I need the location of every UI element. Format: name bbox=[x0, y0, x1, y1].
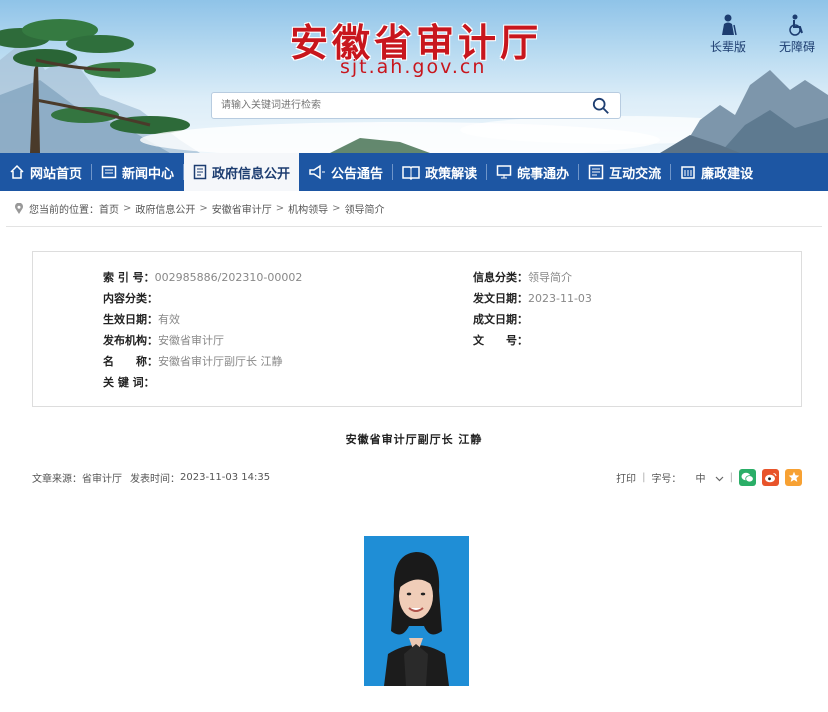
favorite-icon bbox=[788, 471, 799, 482]
article-meta-bar: 文章来源： 省审计厅 发表时间： 2023-11-03 14:35 打印 | 字… bbox=[32, 468, 802, 486]
article-title: 安徽省审计厅副厅长 江静 bbox=[345, 433, 483, 446]
search-input[interactable] bbox=[212, 93, 572, 118]
site-domain: sjt.ah.gov.cn bbox=[340, 56, 487, 78]
nav-item-label: 新闻中心 bbox=[122, 166, 175, 182]
font-size-value: 中 bbox=[695, 473, 706, 485]
location-pin-icon bbox=[15, 202, 23, 214]
news-icon bbox=[101, 165, 117, 179]
nav-item-news[interactable]: 新闻中心 bbox=[92, 153, 183, 191]
nav-item-integrity[interactable]: 廉政建设 bbox=[671, 153, 762, 191]
elder-version-label: 长辈版 bbox=[709, 40, 746, 54]
tool-divider: | bbox=[729, 471, 733, 483]
megaphone-icon bbox=[309, 164, 326, 180]
font-size-label: 字号： bbox=[651, 473, 682, 485]
info-row-keywords: 关 键 词： bbox=[103, 374, 155, 390]
info-key: 内容分类： bbox=[103, 292, 158, 305]
print-button[interactable]: 打印 bbox=[616, 470, 636, 485]
article-tools: 打印 | 字号： 中 | bbox=[616, 468, 802, 486]
info-metadata-box: 索 引 号：002985886/202310-00002 内容分类： 生效日期：… bbox=[32, 251, 802, 407]
breadcrumb-separator: > bbox=[332, 203, 341, 214]
tool-divider: | bbox=[642, 471, 646, 483]
nav-item-label: 廉政建设 bbox=[701, 166, 754, 182]
leader-portrait-photo bbox=[364, 536, 469, 686]
source-label: 文章来源： bbox=[32, 473, 82, 485]
info-row-info-category: 信息分类：领导简介 bbox=[473, 269, 572, 285]
info-key: 索 引 号： bbox=[103, 271, 155, 284]
wechat-share-button[interactable] bbox=[739, 468, 756, 486]
portrait-illustration bbox=[364, 536, 469, 686]
nav-item-label: 皖事通办 bbox=[517, 166, 570, 182]
document-icon bbox=[193, 164, 207, 180]
monitor-icon bbox=[496, 165, 512, 179]
search-box bbox=[211, 92, 621, 119]
nav-item-label: 网站首页 bbox=[30, 166, 83, 182]
nav-item-label: 公告通告 bbox=[331, 166, 384, 182]
weibo-share-button[interactable] bbox=[762, 468, 779, 486]
nav-item-label: 政策解读 bbox=[425, 166, 478, 182]
breadcrumb-separator: > bbox=[275, 203, 285, 214]
breadcrumb-current[interactable]: 领导简介 bbox=[345, 201, 385, 216]
info-row-written-date: 成文日期： bbox=[473, 311, 528, 327]
breadcrumb-separator: > bbox=[123, 203, 132, 214]
nav-item-policy[interactable]: 政策解读 bbox=[393, 153, 486, 191]
info-value: 安徽省审计厅 bbox=[158, 334, 224, 347]
wechat-icon bbox=[741, 472, 754, 482]
elder-icon bbox=[722, 14, 737, 36]
info-row-publisher: 发布机构：安徽省审计厅 bbox=[103, 332, 224, 348]
info-key: 信息分类： bbox=[473, 271, 528, 284]
accessibility-label: 无障碍 bbox=[778, 40, 815, 54]
info-key: 发布机构： bbox=[103, 334, 158, 347]
font-size-select[interactable]: 中 bbox=[695, 470, 724, 485]
info-row-name: 名 称：安徽省审计厅副厅长 江静 bbox=[103, 353, 283, 369]
info-key: 文 号： bbox=[473, 334, 528, 347]
breadcrumb-separator: > bbox=[199, 203, 208, 214]
time-label: 发表时间： bbox=[130, 473, 180, 485]
breadcrumb-gov-info[interactable]: 政府信息公开 bbox=[135, 201, 195, 216]
nav-item-gov-info[interactable]: 政府信息公开 bbox=[184, 153, 300, 191]
book-icon bbox=[402, 166, 420, 180]
search-icon[interactable] bbox=[592, 97, 610, 115]
building-icon bbox=[681, 166, 695, 179]
nav-item-label: 政府信息公开 bbox=[212, 166, 291, 182]
chevron-down-icon bbox=[715, 476, 724, 481]
favorite-button[interactable] bbox=[785, 468, 802, 486]
info-row-effective-date: 生效日期：有效 bbox=[103, 311, 180, 327]
info-value: 有效 bbox=[158, 313, 180, 326]
info-key: 生效日期： bbox=[103, 313, 158, 326]
info-value: 领导简介 bbox=[528, 271, 572, 284]
accessibility-link[interactable]: 无障碍 bbox=[772, 14, 822, 55]
info-value: 安徽省审计厅副厅长 江静 bbox=[158, 355, 283, 368]
breadcrumb-home[interactable]: 首页 bbox=[99, 201, 119, 216]
info-key: 成文日期： bbox=[473, 313, 528, 326]
info-key: 名 称： bbox=[103, 355, 158, 368]
breadcrumb-department[interactable]: 安徽省审计厅 bbox=[212, 201, 272, 216]
nav-item-interaction[interactable]: 互动交流 bbox=[579, 153, 670, 191]
info-value: 002985886/202310-00002 bbox=[154, 271, 303, 284]
wheelchair-icon bbox=[789, 14, 803, 36]
home-icon bbox=[10, 164, 24, 179]
nav-item-home[interactable]: 网站首页 bbox=[0, 153, 91, 191]
breadcrumb-prefix: 您当前的位置： bbox=[29, 205, 99, 216]
breadcrumb: 您当前的位置： 首页 > 政府信息公开 > 安徽省审计厅 > 机构领导 > 领导… bbox=[6, 191, 822, 227]
nav-item-label: 互动交流 bbox=[609, 166, 662, 182]
info-row-doc-number: 文 号： bbox=[473, 332, 528, 348]
info-row-issue-date: 发文日期：2023-11-03 bbox=[473, 290, 592, 306]
info-row-content-category: 内容分类： bbox=[103, 290, 158, 306]
info-key: 关 键 词： bbox=[103, 376, 155, 389]
nav-item-services[interactable]: 皖事通办 bbox=[487, 153, 578, 191]
source-value: 省审计厅 bbox=[82, 473, 122, 485]
breadcrumb-leaders[interactable]: 机构领导 bbox=[288, 201, 328, 216]
info-key: 发文日期： bbox=[473, 292, 528, 305]
nav-item-notices[interactable]: 公告通告 bbox=[299, 153, 392, 191]
chat-form-icon bbox=[588, 164, 604, 180]
header-banner: 安徽省审计厅 sjt.ah.gov.cn 长辈版 无障碍 bbox=[0, 0, 828, 153]
time-value: 2023-11-03 14:35 bbox=[180, 471, 271, 483]
info-row-index: 索 引 号：002985886/202310-00002 bbox=[103, 269, 302, 285]
info-value: 2023-11-03 bbox=[528, 292, 592, 305]
main-nav: 网站首页 新闻中心 政府信息公开 公告通告 政策解读 皖事通办 互动交流 廉政建… bbox=[0, 153, 828, 191]
elder-version-link[interactable]: 长辈版 bbox=[703, 14, 753, 55]
weibo-icon bbox=[765, 472, 777, 482]
